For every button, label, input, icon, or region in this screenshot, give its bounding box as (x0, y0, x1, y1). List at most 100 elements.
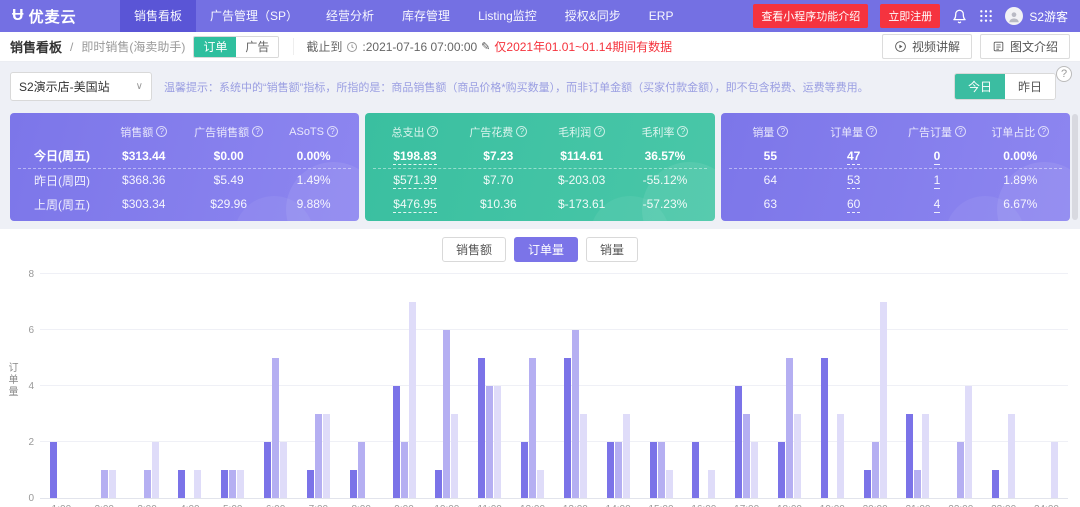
video-guide-button[interactable]: 视频讲解 (882, 34, 972, 59)
user-menu[interactable]: S2游客 (1005, 7, 1068, 25)
bar-上周[interactable] (880, 302, 887, 498)
metric-value[interactable]: 47 (847, 149, 860, 165)
bar-昨日[interactable] (101, 470, 108, 498)
yesterday-button[interactable]: 昨日 (1005, 74, 1055, 99)
nav-item-erp[interactable]: ERP (635, 0, 688, 32)
bar-今日[interactable] (50, 442, 57, 498)
metric-value[interactable]: $571.39 (393, 173, 436, 189)
bar-上周[interactable] (837, 414, 844, 498)
bell-icon[interactable] (952, 9, 967, 24)
help-icon[interactable]: ? (677, 126, 688, 137)
bar-昨日[interactable] (486, 386, 493, 498)
help-icon[interactable]: ? (327, 126, 338, 137)
ad-tab[interactable]: 广告 (236, 37, 278, 57)
bar-昨日[interactable] (315, 414, 322, 498)
metric-value[interactable]: $476.95 (393, 197, 436, 213)
bar-上周[interactable] (708, 470, 715, 498)
bar-今日[interactable] (178, 470, 185, 498)
metric-value[interactable]: 1 (934, 173, 941, 189)
bar-今日[interactable] (350, 470, 357, 498)
bar-上周[interactable] (194, 470, 201, 498)
bar-今日[interactable] (864, 470, 871, 498)
logo[interactable]: Ʉ 优麦云 (12, 6, 120, 27)
bar-上周[interactable] (537, 470, 544, 498)
bar-今日[interactable] (478, 358, 485, 498)
bar-今日[interactable] (393, 386, 400, 498)
store-select[interactable]: S2演示店-美国站 ∨ (10, 72, 152, 101)
metric-value[interactable]: 53 (847, 173, 860, 189)
bar-上周[interactable] (323, 414, 330, 498)
metric-value[interactable]: $198.83 (393, 149, 436, 165)
help-icon[interactable]: ? (866, 126, 877, 137)
help-icon[interactable]: ? (427, 126, 438, 137)
bar-昨日[interactable] (529, 358, 536, 498)
scrollbar-thumb[interactable] (1072, 114, 1078, 220)
bar-今日[interactable] (521, 442, 528, 498)
help-circle-icon[interactable]: ? (1056, 66, 1072, 82)
bar-今日[interactable] (821, 358, 828, 498)
metric-value[interactable]: 4 (934, 197, 941, 213)
bar-昨日[interactable] (401, 442, 408, 498)
bar-今日[interactable] (607, 442, 614, 498)
bar-上周[interactable] (237, 470, 244, 498)
bar-上周[interactable] (794, 414, 801, 498)
bar-上周[interactable] (109, 470, 116, 498)
bar-昨日[interactable] (358, 442, 365, 498)
bar-上周[interactable] (580, 414, 587, 498)
help-icon[interactable]: ? (594, 126, 605, 137)
bar-今日[interactable] (564, 358, 571, 498)
metric-value[interactable]: 60 (847, 197, 860, 213)
apps-grid-icon[interactable] (979, 9, 993, 23)
doc-intro-button[interactable]: 图文介绍 (980, 34, 1070, 59)
bar-上周[interactable] (666, 470, 673, 498)
bar-昨日[interactable] (914, 470, 921, 498)
nav-item-sales-board[interactable]: 销售看板 (120, 0, 196, 32)
nav-item-auth-sync[interactable]: 授权&同步 (551, 0, 635, 32)
bar-上周[interactable] (451, 414, 458, 498)
bar-上周[interactable] (280, 442, 287, 498)
bar-上周[interactable] (965, 386, 972, 498)
help-icon[interactable]: ? (1038, 126, 1049, 137)
help-icon[interactable]: ? (156, 126, 167, 137)
help-icon[interactable]: ? (955, 126, 966, 137)
bar-昨日[interactable] (872, 442, 879, 498)
bar-昨日[interactable] (572, 330, 579, 498)
nav-item-business-analysis[interactable]: 经营分析 (312, 0, 388, 32)
order-tab[interactable]: 订单 (194, 37, 236, 57)
bar-昨日[interactable] (443, 330, 450, 498)
bar-今日[interactable] (692, 442, 699, 498)
register-button[interactable]: 立即注册 (880, 4, 940, 28)
today-button[interactable]: 今日 (955, 74, 1005, 99)
bar-今日[interactable] (992, 470, 999, 498)
bar-今日[interactable] (264, 442, 271, 498)
bar-上周[interactable] (409, 302, 416, 498)
bar-上周[interactable] (751, 442, 758, 498)
bar-昨日[interactable] (272, 358, 279, 498)
bar-昨日[interactable] (658, 442, 665, 498)
miniprogram-intro-button[interactable]: 查看小程序功能介绍 (753, 4, 868, 28)
bar-昨日[interactable] (615, 442, 622, 498)
bar-今日[interactable] (435, 470, 442, 498)
bar-今日[interactable] (906, 414, 913, 498)
bar-上周[interactable] (1008, 414, 1015, 498)
bar-昨日[interactable] (743, 414, 750, 498)
metric-value[interactable]: 0 (934, 149, 941, 165)
tab-sales-amount[interactable]: 销售额 (442, 237, 506, 262)
bar-上周[interactable] (1051, 442, 1058, 498)
tab-sales-volume[interactable]: 销量 (586, 237, 638, 262)
bar-上周[interactable] (152, 442, 159, 498)
bar-上周[interactable] (922, 414, 929, 498)
bar-上周[interactable] (494, 386, 501, 498)
bar-今日[interactable] (221, 470, 228, 498)
bar-昨日[interactable] (786, 358, 793, 498)
help-icon[interactable]: ? (252, 126, 263, 137)
bar-昨日[interactable] (957, 442, 964, 498)
tab-order-count[interactable]: 订单量 (514, 237, 578, 262)
bar-今日[interactable] (307, 470, 314, 498)
bar-今日[interactable] (650, 442, 657, 498)
help-icon[interactable]: ? (777, 126, 788, 137)
bar-上周[interactable] (623, 414, 630, 498)
nav-item-ad-management[interactable]: 广告管理（SP） (196, 0, 312, 32)
edit-icon[interactable]: ✎ (481, 40, 490, 53)
bar-昨日[interactable] (229, 470, 236, 498)
